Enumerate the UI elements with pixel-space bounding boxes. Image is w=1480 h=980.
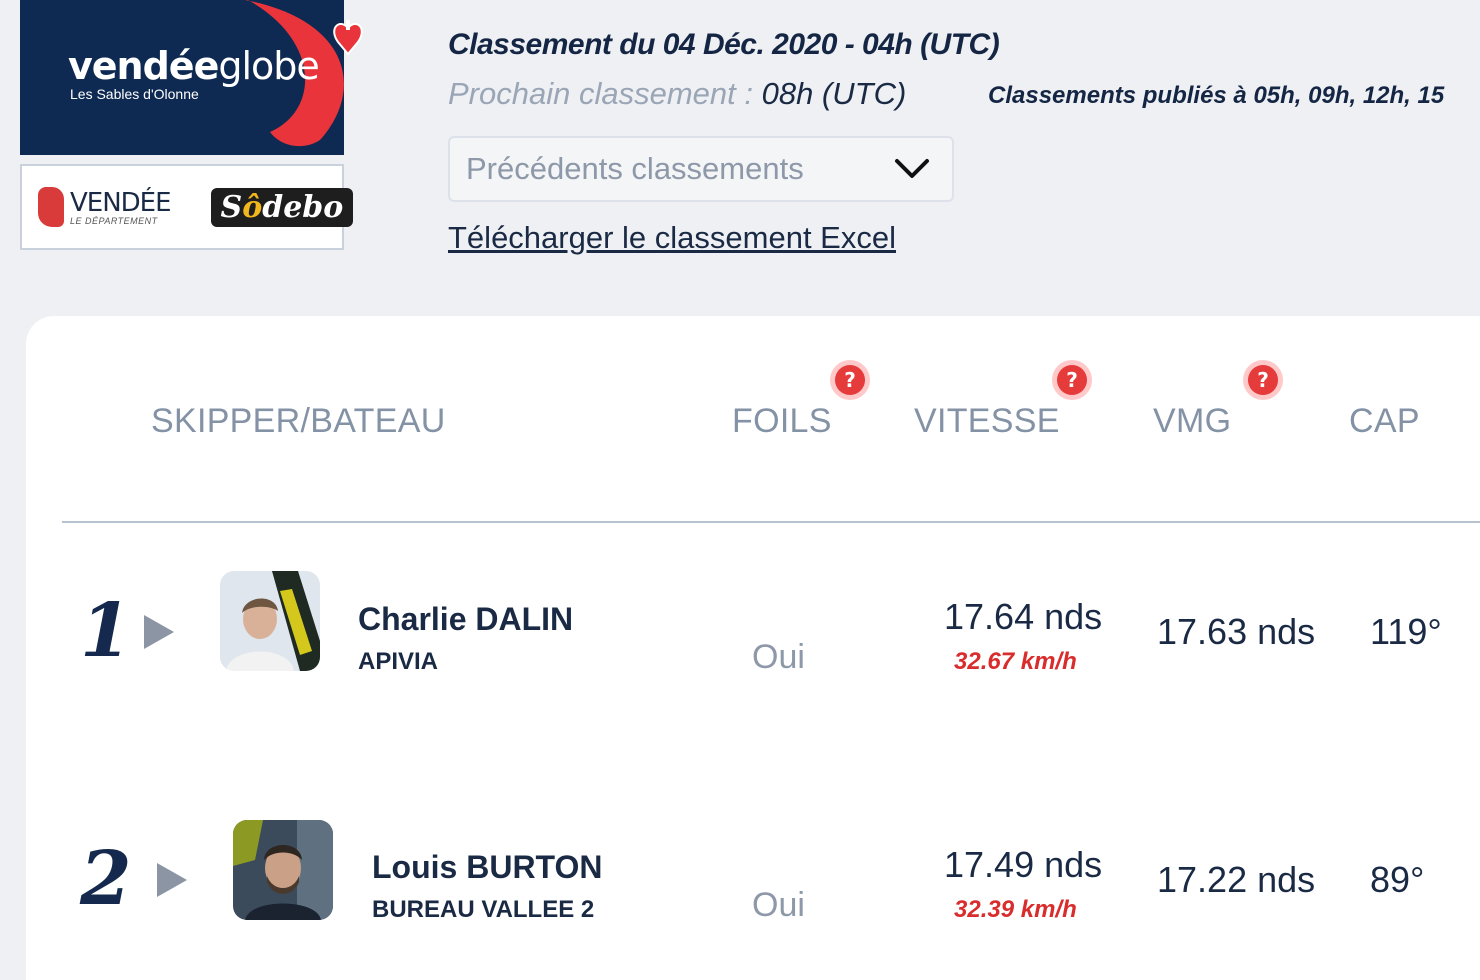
header-speed[interactable]: VITESSE xyxy=(914,402,1060,441)
cap-value: 89° xyxy=(1370,859,1425,900)
vendee-globe-logo[interactable]: vendéeglobe Les Sables d'Olonne xyxy=(20,0,344,155)
boat-name: BUREAU VALLEE 2 xyxy=(372,896,595,923)
download-excel-link[interactable]: Télécharger le classement Excel xyxy=(448,220,896,256)
expand-row-icon[interactable] xyxy=(157,863,187,897)
foils-value: Oui xyxy=(752,638,805,676)
header-vmg[interactable]: VMG xyxy=(1153,402,1231,441)
rank-number: 1 xyxy=(80,588,132,674)
vendee-heart-icon xyxy=(333,20,363,56)
vmg-help-icon[interactable]: ? xyxy=(1243,360,1283,400)
vendee-title: VENDÉE xyxy=(70,188,172,218)
header-cap[interactable]: CAP xyxy=(1349,402,1420,441)
speed-help-icon[interactable]: ? xyxy=(1052,360,1092,400)
header-foils[interactable]: FOILS xyxy=(732,402,832,441)
ranking-title: Classement du 04 Déc. 2020 - 04h (UTC) xyxy=(448,28,1000,61)
next-ranking: Prochain classement : 08h (UTC) xyxy=(448,76,906,112)
header-skipper[interactable]: SKIPPER/BATEAU xyxy=(151,402,446,441)
previous-rankings-select[interactable]: Précédents classements xyxy=(448,136,954,202)
sponsor-logos: VENDÉE LE DÉPARTEMENT Sôdebo xyxy=(20,164,354,250)
vmg-value: 17.22 nds xyxy=(1157,859,1316,900)
next-ranking-label: Prochain classement : xyxy=(448,76,762,111)
skipper-avatar[interactable] xyxy=(233,820,333,920)
published-schedule: Classements publiés à 05h, 09h, 12h, 15 xyxy=(988,82,1445,109)
header-divider xyxy=(62,521,1480,523)
vendee-department-logo[interactable]: VENDÉE LE DÉPARTEMENT xyxy=(38,187,172,227)
vendee-subtitle: LE DÉPARTEMENT xyxy=(70,216,158,226)
vendee-mark-icon xyxy=(38,187,64,227)
vmg-value: 17.63 nds xyxy=(1157,611,1316,652)
speed-knots: 17.49 nds xyxy=(944,844,1103,885)
next-ranking-time: 08h (UTC) xyxy=(761,76,907,111)
rank-number: 2 xyxy=(80,836,132,922)
expand-row-icon[interactable] xyxy=(144,615,174,649)
foils-help-icon[interactable]: ? xyxy=(830,360,870,400)
speed-kmh: 32.39 km/h xyxy=(954,896,1077,923)
speed-kmh: 32.67 km/h xyxy=(954,648,1077,675)
sodebo-logo[interactable]: Sôdebo xyxy=(210,187,354,227)
logo-wordmark: vendéeglobe xyxy=(68,44,320,88)
foils-value: Oui xyxy=(752,886,805,924)
cap-value: 119° xyxy=(1370,611,1442,652)
skipper-avatar[interactable] xyxy=(220,571,320,671)
speed-knots: 17.64 nds xyxy=(944,596,1103,637)
previous-rankings-label: Précédents classements xyxy=(466,151,804,186)
skipper-name[interactable]: Louis BURTON xyxy=(372,849,603,886)
boat-name: APIVIA xyxy=(358,648,439,675)
logo-subtitle: Les Sables d'Olonne xyxy=(70,86,199,102)
chevron-down-icon xyxy=(895,159,929,178)
skipper-name[interactable]: Charlie DALIN xyxy=(358,601,573,638)
